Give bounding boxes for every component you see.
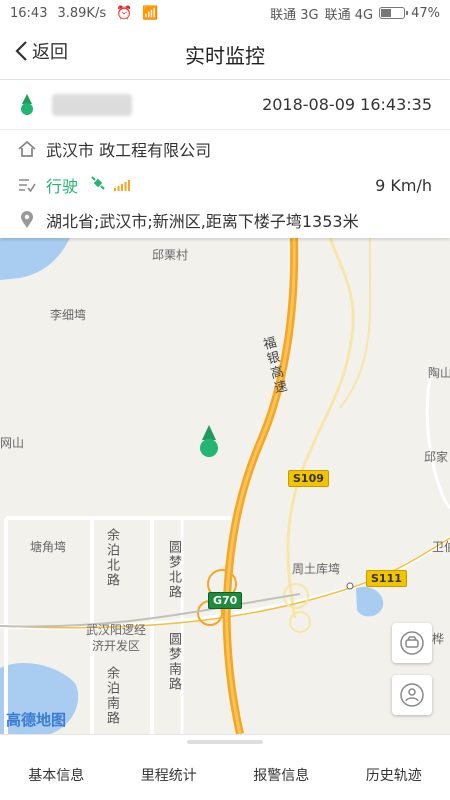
vehicle-row: 2018-08-09 16:43:35 (0, 80, 450, 130)
tab-mileage-stats[interactable]: 里程统计 (113, 735, 226, 800)
wifi-icon: 📶 (142, 5, 159, 21)
driving-status: 行驶 (46, 177, 79, 196)
vehicle-marker-icon (18, 93, 36, 115)
tab-history-track[interactable]: 历史轨迹 (338, 735, 450, 800)
speed-value: 9 Km/h (375, 175, 432, 195)
road-shield-g70: G70 (208, 592, 243, 609)
drawer-handle[interactable] (187, 740, 263, 744)
map-label-yuanmengnan: 圆梦南路 (166, 632, 181, 692)
address-text: 湖北省;武汉市;新洲区,距离下楼子塆1353米 (46, 212, 359, 231)
alarm-icon: ⏰ (116, 5, 133, 21)
company-name: 武汉市 政工程有限公司 (46, 141, 212, 160)
clock: 16:43 (10, 5, 48, 21)
road-shield-s109: S109 (288, 470, 329, 487)
vehicle-map-marker[interactable] (197, 424, 221, 460)
map-label-lixiwan: 李细塆 (50, 308, 87, 322)
map-label-weijia: 卫伯 (432, 540, 450, 554)
carrier-1: 联通 3G (270, 7, 319, 23)
status-list-icon (18, 176, 36, 194)
location-pin-icon (18, 211, 36, 229)
network-speed: 3.89K/s (57, 5, 107, 21)
tab-basic-info[interactable]: 基本信息 (0, 735, 113, 800)
status-bar: 16:43 3.89K/s ⏰ 📶 联通 3G 联通 4G 47% (0, 0, 450, 26)
locate-icon (400, 683, 424, 707)
plate-number-redacted (52, 93, 132, 116)
battery-percent: 47% (411, 5, 440, 21)
map-label-taoshan: 陶山 (428, 366, 450, 380)
map-label-hua: 桦 (432, 632, 445, 646)
car-icon (400, 631, 424, 655)
home-icon (18, 140, 36, 158)
status-row: 行驶 9 Km/h (0, 168, 450, 202)
page-title: 实时监控 (185, 44, 265, 68)
map-label-yuanmengbei: 圆梦北路 (166, 540, 181, 600)
map-label-qiujia: 邱家 (424, 450, 449, 464)
map-label-tangjiaowan: 塘角塆 (30, 540, 67, 554)
road-shield-s111: S111 (366, 570, 407, 587)
title-bar: 返回 实时监控 (0, 26, 450, 80)
address-row: 湖北省;武汉市;新洲区,距离下楼子塆1353米 (0, 202, 450, 238)
satellite-icon (90, 175, 106, 195)
signal-bars-icon (114, 176, 131, 195)
map-label-yunan: 余泊南路 (104, 666, 119, 726)
vehicle-info-panel: 2018-08-09 16:43:35 武汉市 政工程有限公司 行驶 9 Km/… (0, 80, 450, 238)
battery-icon (379, 7, 409, 19)
carrier-2: 联通 4G (324, 7, 374, 23)
map-label-devzone: 武汉阳逻经 济开发区 (86, 623, 147, 653)
map-label-qiulicun: 邱栗村 (152, 248, 189, 262)
tab-alarm-info[interactable]: 报警信息 (225, 735, 338, 800)
update-datetime: 2018-08-09 16:43:35 (262, 95, 432, 114)
map-label-wangshan: 网山 (0, 436, 25, 450)
map-label-yubei: 余泊北路 (104, 528, 119, 588)
locate-vehicle-button[interactable] (392, 675, 432, 715)
map-label-zhoutukuwan: 周土库塆 (292, 562, 341, 576)
company-row: 武汉市 政工程有限公司 (0, 130, 450, 168)
amap-logo: 高德地图 (6, 711, 67, 729)
traffic-toggle-button[interactable] (392, 623, 432, 663)
map-view[interactable]: 邱栗村 李细塆 网山 陶山 邱家 塘角塆 周土库塆 卫伯 桦 武汉阳逻经 济开发… (0, 238, 450, 734)
